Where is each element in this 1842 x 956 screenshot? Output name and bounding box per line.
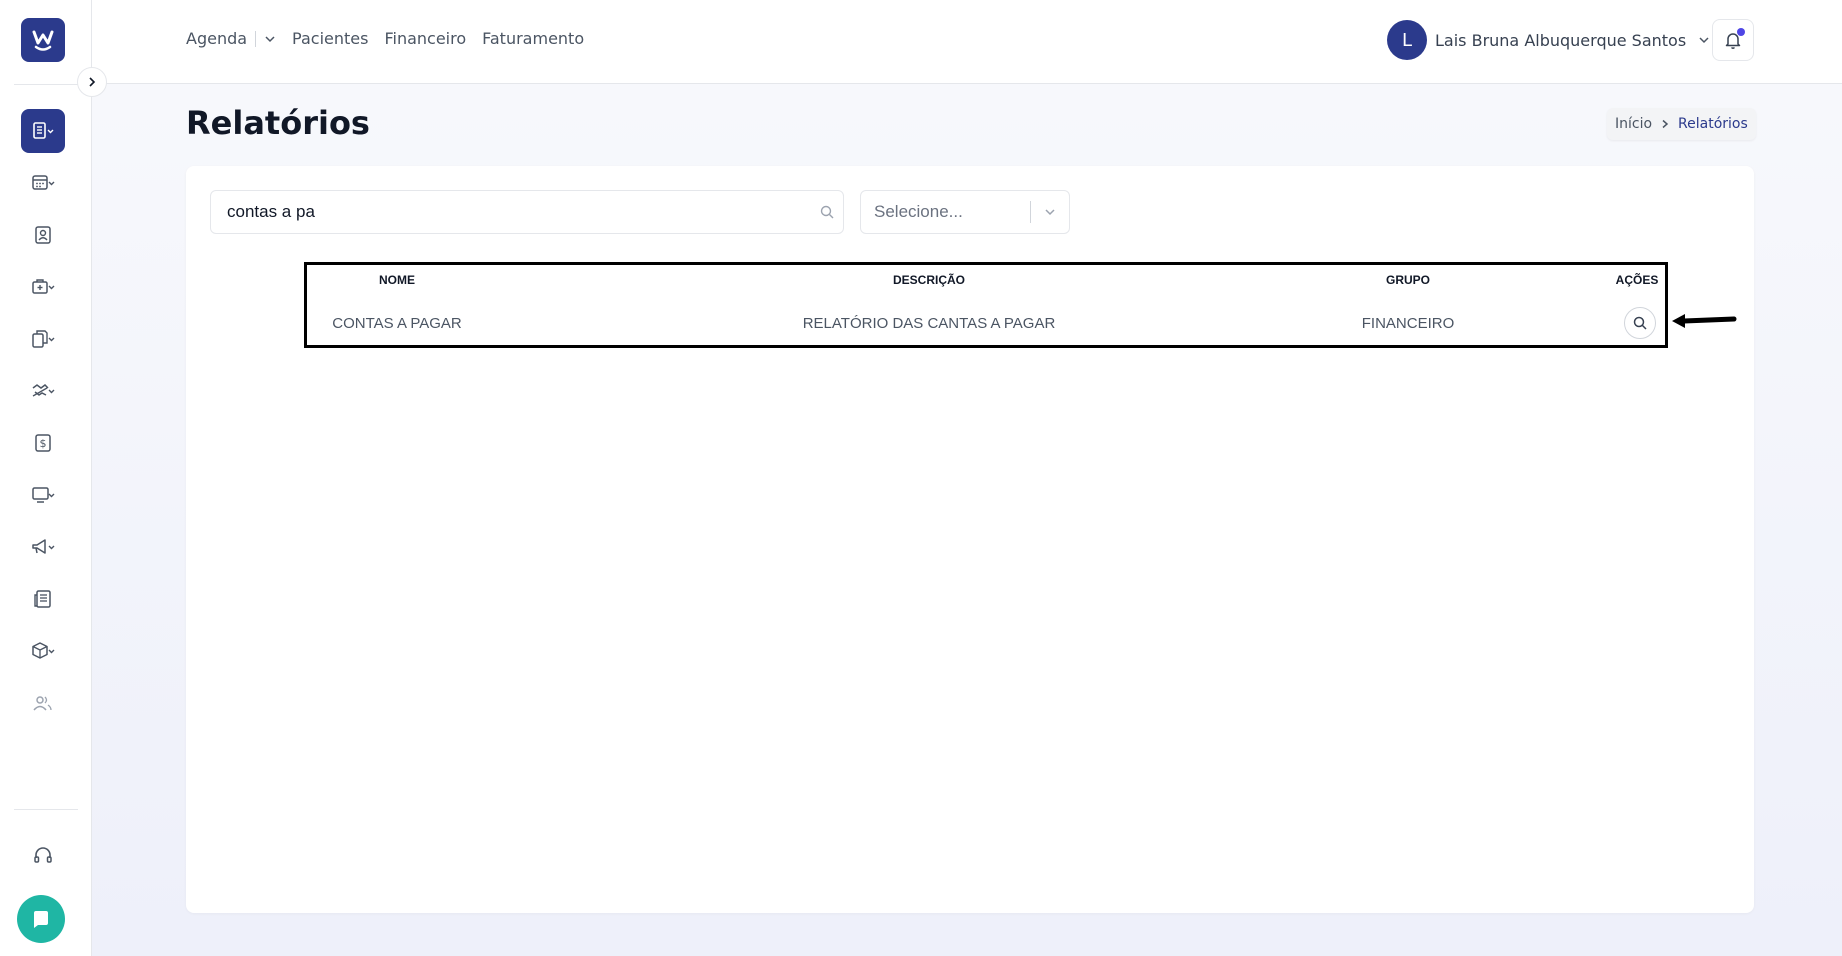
headset-icon — [34, 847, 52, 863]
avatar: L — [1387, 20, 1427, 60]
chevron-down-icon — [1045, 209, 1055, 216]
handshake-icon — [32, 384, 55, 397]
sidebar-item-agreements[interactable] — [21, 369, 65, 413]
monitor-icon — [32, 487, 55, 503]
breadcrumb-separator — [1660, 119, 1670, 129]
sidebar-item-documents[interactable] — [21, 317, 65, 361]
breadcrumb-current: Relatórios — [1678, 116, 1748, 132]
sidebar-item-support[interactable] — [21, 834, 65, 878]
column-header-grupo: GRUPO — [1385, 273, 1431, 287]
topnav-financeiro[interactable]: Financeiro — [384, 29, 466, 48]
reports-icon — [33, 122, 54, 139]
documents-icon — [32, 330, 55, 348]
sidebar-toggle-button[interactable] — [77, 67, 107, 97]
sidebar-item-finance[interactable]: $ — [21, 421, 65, 465]
search-input[interactable] — [211, 191, 843, 233]
cell-nome: CONTAS A PAGAR — [332, 315, 462, 332]
breadcrumb: Início Relatórios — [1607, 108, 1756, 140]
annotation-arrow-icon — [1672, 314, 1737, 328]
users-icon — [33, 696, 52, 711]
topnav-faturamento[interactable]: Faturamento — [482, 29, 584, 48]
search-icon — [1633, 316, 1647, 330]
agenda-dropdown-toggle[interactable] — [264, 33, 276, 45]
sidebar-item-inventory[interactable] — [21, 629, 65, 673]
logo-w-icon — [32, 30, 54, 51]
notification-dot — [1737, 28, 1745, 36]
topbar: Agenda Pacientes Financeiro Faturamento … — [92, 0, 1842, 84]
newspaper-icon — [34, 590, 51, 608]
chevron-right-icon — [89, 77, 96, 87]
notifications-button[interactable] — [1712, 19, 1754, 61]
search-field[interactable] — [210, 190, 844, 234]
select-dropdown-toggle[interactable] — [1031, 205, 1069, 219]
calendar-icon — [32, 175, 55, 190]
sidebar-item-reports[interactable] — [21, 109, 65, 153]
sidebar: $ — [0, 0, 92, 956]
sidebar-item-monitor[interactable] — [21, 473, 65, 517]
column-header-acoes: AÇÕES — [1615, 273, 1659, 287]
column-header-descricao: DESCRIÇÃO — [892, 273, 966, 287]
sidebar-item-calendar[interactable] — [21, 161, 65, 205]
reports-table: NOME DESCRIÇÃO GRUPO AÇÕES CONTAS A PAGA… — [304, 262, 1668, 348]
page-title: Relatórios — [186, 104, 370, 142]
sidebar-divider — [14, 84, 78, 85]
box-icon — [32, 642, 55, 659]
top-navigation: Agenda Pacientes Financeiro Faturamento — [186, 29, 600, 48]
chat-icon — [34, 911, 48, 928]
user-menu-chevron — [1698, 34, 1710, 46]
chevron-down-icon — [265, 35, 275, 42]
sidebar-item-marketing[interactable] — [21, 525, 65, 569]
group-select-placeholder: Selecione... — [874, 202, 963, 221]
user-menu[interactable]: L Lais Bruna Albuquerque Santos — [1387, 20, 1710, 60]
view-report-button[interactable] — [1624, 307, 1656, 339]
search-icon — [820, 205, 834, 219]
chevron-down-icon — [1699, 37, 1709, 44]
user-name: Lais Bruna Albuquerque Santos — [1435, 30, 1687, 50]
megaphone-icon — [32, 539, 55, 554]
patient-id-icon — [35, 226, 51, 244]
chevron-right-icon — [1662, 119, 1669, 129]
app-logo[interactable] — [21, 18, 65, 62]
column-header-nome: NOME — [379, 273, 415, 287]
reports-card: Selecione... NOME DESCRIÇÃO GRUPO AÇÕES … — [186, 166, 1754, 913]
dollar-icon: $ — [35, 434, 51, 452]
cell-grupo: FINANCEIRO — [1361, 315, 1455, 332]
cell-descricao: RELATÓRIO DAS CANTAS A PAGAR — [802, 315, 1056, 332]
medical-bag-icon — [32, 279, 55, 294]
sidebar-item-patients[interactable] — [21, 213, 65, 257]
sidebar-divider — [14, 809, 78, 810]
topnav-separator — [255, 30, 257, 47]
topnav-pacientes[interactable]: Pacientes — [292, 29, 368, 48]
breadcrumb-home[interactable]: Início — [1615, 116, 1652, 132]
group-select[interactable]: Selecione... — [860, 190, 1070, 234]
svg-text:$: $ — [40, 437, 47, 450]
chat-button[interactable] — [17, 895, 65, 943]
topnav-agenda[interactable]: Agenda — [186, 29, 247, 48]
sidebar-item-news[interactable] — [21, 577, 65, 621]
sidebar-item-users[interactable] — [21, 681, 65, 725]
sidebar-item-medical[interactable] — [21, 265, 65, 309]
